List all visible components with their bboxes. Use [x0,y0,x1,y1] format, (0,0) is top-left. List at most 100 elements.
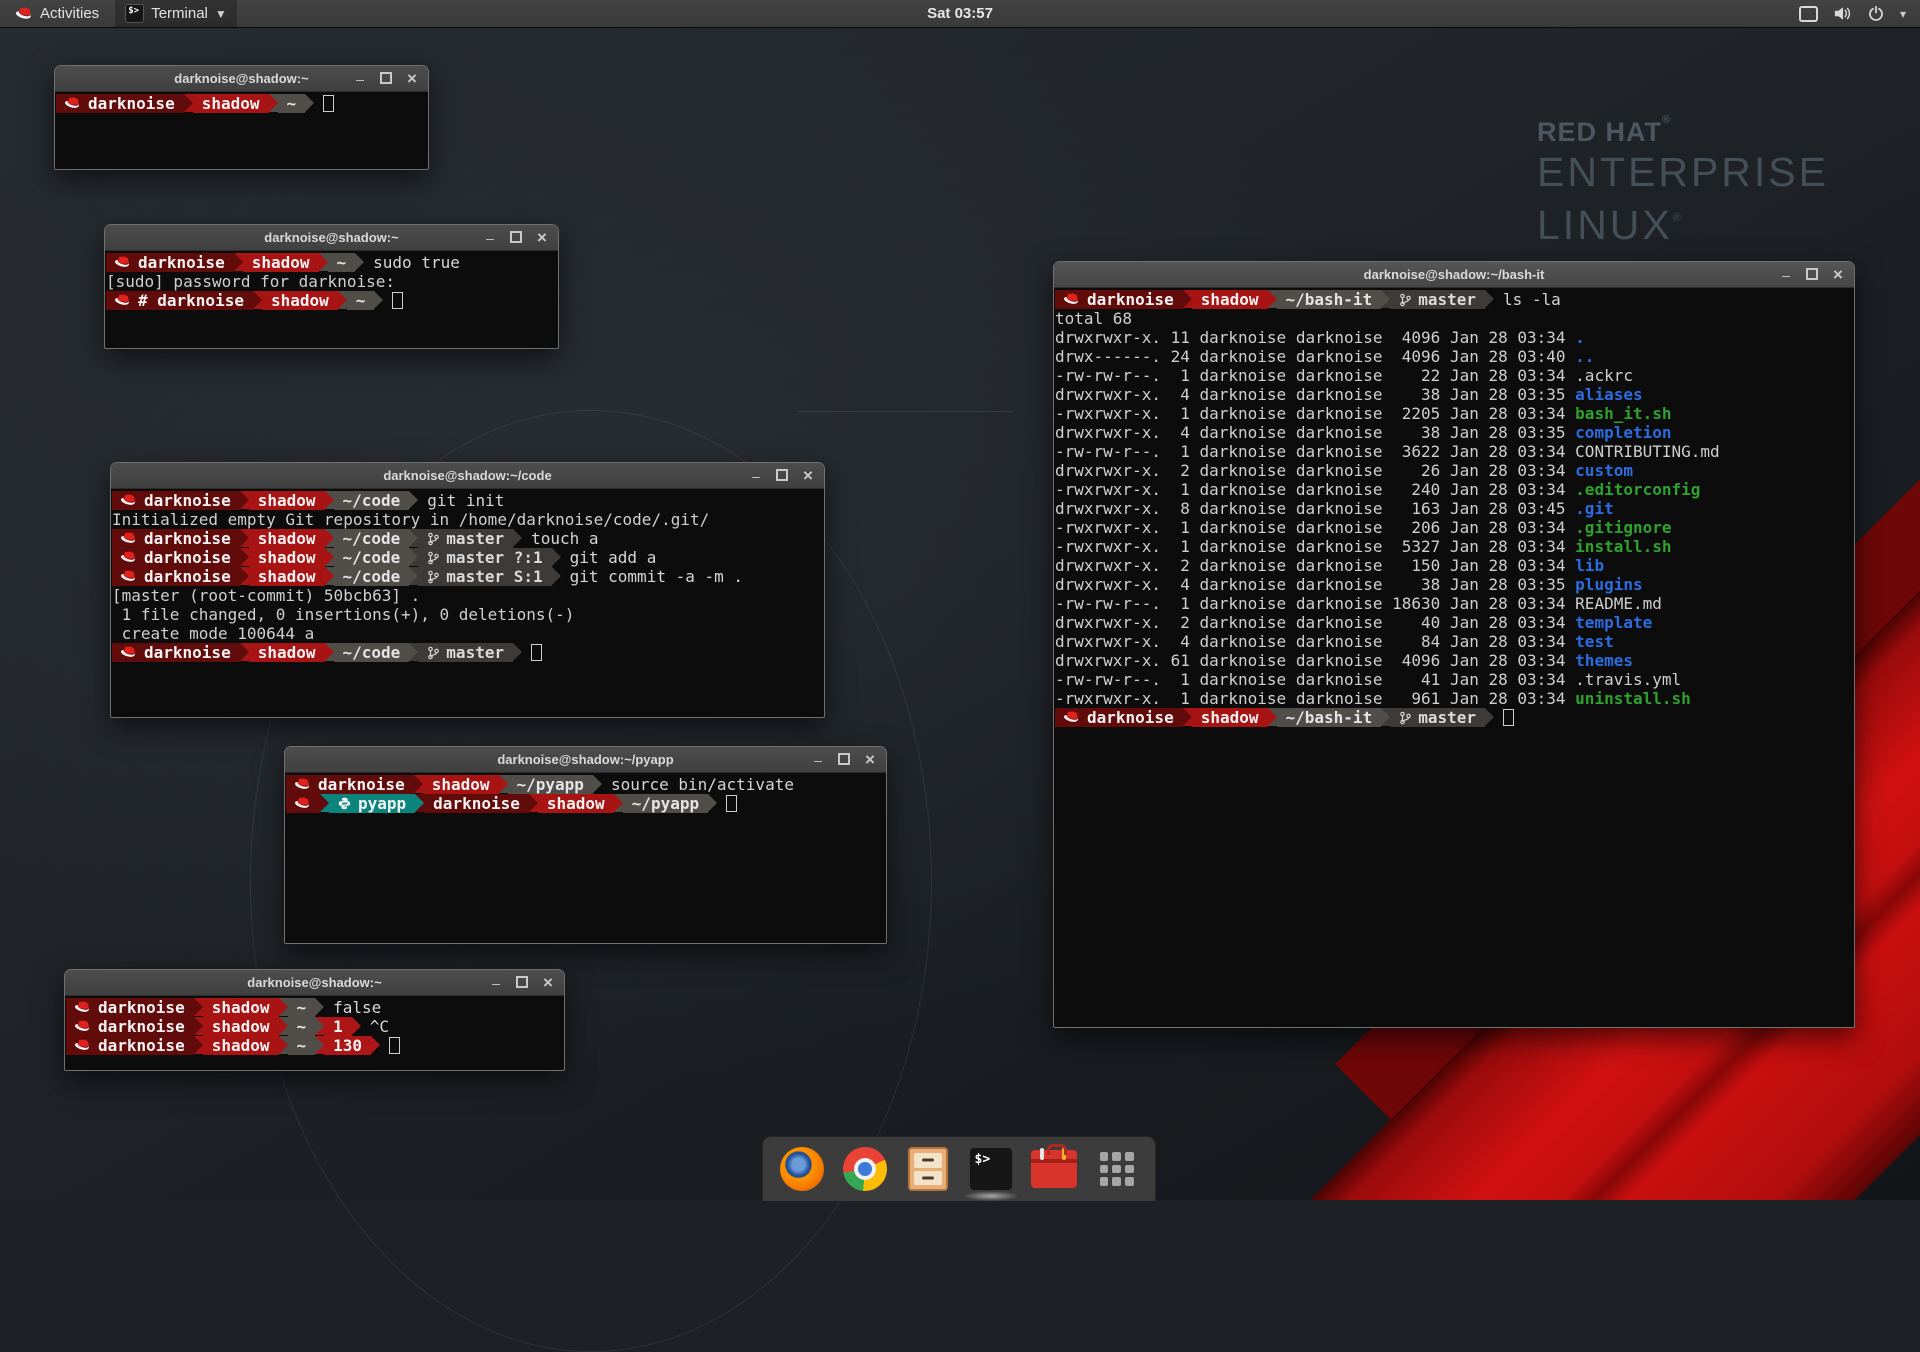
python-icon [338,797,351,810]
maximize-button[interactable] [515,976,529,990]
output-line: -rwxrwxr-x. 1 darknoise darknoise 240 Ja… [1055,480,1854,499]
dock-item-files[interactable] [905,1146,951,1192]
output-line: -rwxrwxr-x. 1 darknoise darknoise 5327 J… [1055,537,1854,556]
terminal-content[interactable]: darknoiseshadow~falsedarknoiseshadow~1^C… [65,996,564,1071]
powerline-separator [240,643,249,661]
prompt-segment-path: ~ [347,291,375,310]
terminal-content[interactable]: darknoiseshadow~ [55,92,428,170]
close-button[interactable]: × [535,231,549,245]
output-text: .git [1575,499,1614,518]
powerline-separator [194,998,203,1016]
output-line: drwxrwxr-x. 2 darknoise darknoise 40 Jan… [1055,613,1854,632]
terminal-content[interactable]: darknoiseshadow~/pyappsource bin/activat… [285,773,886,944]
dock-item-firefox[interactable] [779,1146,825,1192]
dock-item-terminal[interactable]: $> [968,1146,1014,1192]
redhat-icon [75,1039,91,1052]
output-text: .ackrc [1575,366,1633,385]
git-branch-icon [427,646,439,660]
close-button[interactable]: × [801,469,815,483]
output-line: drwxrwxr-x. 4 darknoise darknoise 38 Jan… [1055,575,1854,594]
terminal-content[interactable]: darknoiseshadow~/bash-itmasterls -latota… [1054,288,1854,1028]
output-text: [sudo] password for darknoise: [106,272,395,291]
terminal-window-bash-it[interactable]: darknoise@shadow:~/bash-it – × darknoise… [1053,261,1855,1028]
powerline-separator [409,529,418,547]
clock[interactable]: Sat 03:57 [0,5,1920,22]
close-button[interactable]: × [541,976,555,990]
window-title: darknoise@shadow:~/pyapp [285,752,886,767]
maximize-button[interactable] [379,72,393,86]
powerline-separator [593,775,602,793]
powerline-separator [708,794,717,812]
prompt-segment-user [286,794,320,813]
output-text: Initialized empty Git repository in /hom… [112,510,709,529]
powerline-separator [315,998,324,1016]
minimize-button[interactable]: – [483,231,497,245]
powerline-separator [315,1017,324,1035]
dock-item-app-grid[interactable] [1094,1146,1140,1192]
toolbox-icon [1031,1150,1077,1188]
terminal-content[interactable]: darknoiseshadow~/codegit initInitialized… [111,489,824,718]
prompt-segment-path: ~ [288,1036,316,1055]
close-button[interactable]: × [1831,268,1845,282]
minimize-button[interactable]: – [749,469,763,483]
output-line: drwxrwxr-x. 61 darknoise darknoise 4096 … [1055,651,1854,670]
powerline-separator [1485,290,1494,308]
terminal-cursor [726,795,737,812]
minimize-button[interactable]: – [811,753,825,767]
maximize-button[interactable] [1805,268,1819,282]
prompt-segment-user: darknoise [106,253,234,272]
dock-item-toolbox[interactable] [1031,1146,1077,1192]
powerline-separator [320,794,329,812]
window-titlebar[interactable]: darknoise@shadow:~ – × [55,66,428,92]
close-button[interactable]: × [863,753,877,767]
minimize-button[interactable]: – [353,72,367,86]
prompt-segment-path: ~/bash-it [1277,708,1382,727]
window-controls: – × [483,231,558,245]
powerline-separator [325,548,334,566]
output-line: [sudo] password for darknoise: [106,272,558,291]
terminal-window-sudo[interactable]: darknoise@shadow:~ – × darknoiseshadow~s… [104,224,559,349]
window-titlebar[interactable]: darknoise@shadow:~ – × [105,225,558,251]
minimize-button[interactable]: – [1779,268,1793,282]
close-button[interactable]: × [405,72,419,86]
output-text: -rw-rw-r--. 1 darknoise darknoise 22 Jan… [1055,366,1575,385]
output-text: total 68 [1055,309,1132,328]
terminal-window-exit-codes[interactable]: darknoise@shadow:~ – × darknoiseshadow~f… [64,969,565,1071]
window-titlebar[interactable]: darknoise@shadow:~ – × [65,970,564,996]
window-controls: – × [749,469,824,483]
terminal-window-code[interactable]: darknoise@shadow:~/code – × darknoise sha… [110,462,825,718]
window-titlebar[interactable]: darknoise@shadow:~/code – × [111,463,824,489]
prompt-segment-user: darknoise [112,643,240,662]
powerline-separator [325,643,334,661]
minimize-button[interactable]: – [489,976,503,990]
window-titlebar[interactable]: darknoise@shadow:~/pyapp – × [285,747,886,773]
command-text: ls -la [1503,290,1561,309]
system-status-area[interactable]: ▾ [1799,6,1920,22]
powerline-separator [240,529,249,547]
powerline-separator [240,567,249,585]
prompt-segment-branch: master [1390,708,1485,727]
git-branch-icon [427,551,439,565]
terminal-window-home-small[interactable]: darknoise@shadow:~ – × darknoiseshadow~ [54,65,429,170]
output-text: -rw-rw-r--. 1 darknoise darknoise 18630 … [1055,594,1575,613]
terminal-cursor [1503,709,1514,726]
maximize-button[interactable] [837,753,851,767]
chrome-icon [843,1147,887,1191]
terminal-content[interactable]: darknoiseshadow~sudo true[sudo] password… [105,251,558,349]
prompt-segment-host: shadow [249,529,325,548]
prompt-segment-branch: master [418,643,513,662]
prompt-line: darknoiseshadow~ [56,94,428,113]
powerline-separator [415,794,424,812]
output-text: -rwxrwxr-x. 1 darknoise darknoise 2205 J… [1055,404,1575,423]
terminal-window-pyapp[interactable]: darknoise@shadow:~/pyapp – × darknoisesh… [284,746,887,944]
output-line: -rwxrwxr-x. 1 darknoise darknoise 206 Ja… [1055,518,1854,537]
powerline-separator [1268,708,1277,726]
maximize-button[interactable] [509,231,523,245]
prompt-segment-host: shadow [1192,708,1268,727]
window-titlebar[interactable]: darknoise@shadow:~/bash-it – × [1054,262,1854,288]
powerline-separator [1485,708,1494,726]
dock-item-chrome[interactable] [842,1146,888,1192]
output-text: -rwxrwxr-x. 1 darknoise darknoise 5327 J… [1055,537,1575,556]
redhat-icon [1064,711,1080,724]
maximize-button[interactable] [775,469,789,483]
